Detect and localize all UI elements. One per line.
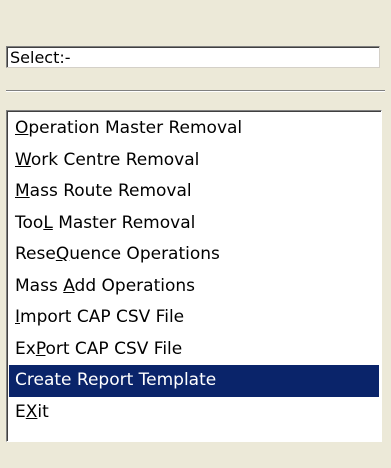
list-item-mass-route-removal[interactable]: Mass Route Removal: [9, 176, 379, 208]
list-item-operation-master-removal[interactable]: Operation Master Removal: [9, 113, 379, 145]
option-list[interactable]: Operation Master Removal Work Centre Rem…: [6, 110, 382, 442]
list-item-create-report-template[interactable]: Create Report Template: [9, 365, 379, 397]
list-item-work-centre-removal[interactable]: Work Centre Removal: [9, 145, 379, 177]
select-dropdown[interactable]: Select:-: [6, 46, 380, 68]
list-item-exit[interactable]: EXit: [9, 397, 379, 429]
list-item-resequence-operations[interactable]: ReseQuence Operations: [9, 239, 379, 271]
list-item-tool-master-removal[interactable]: TooL Master Removal: [9, 208, 379, 240]
list-item-mass-add-operations[interactable]: Mass Add Operations: [9, 271, 379, 303]
list-item-import-cap-csv-file[interactable]: Import CAP CSV File: [9, 302, 379, 334]
list-item-export-cap-csv-file[interactable]: ExPort CAP CSV File: [9, 334, 379, 366]
separator: [6, 90, 385, 92]
